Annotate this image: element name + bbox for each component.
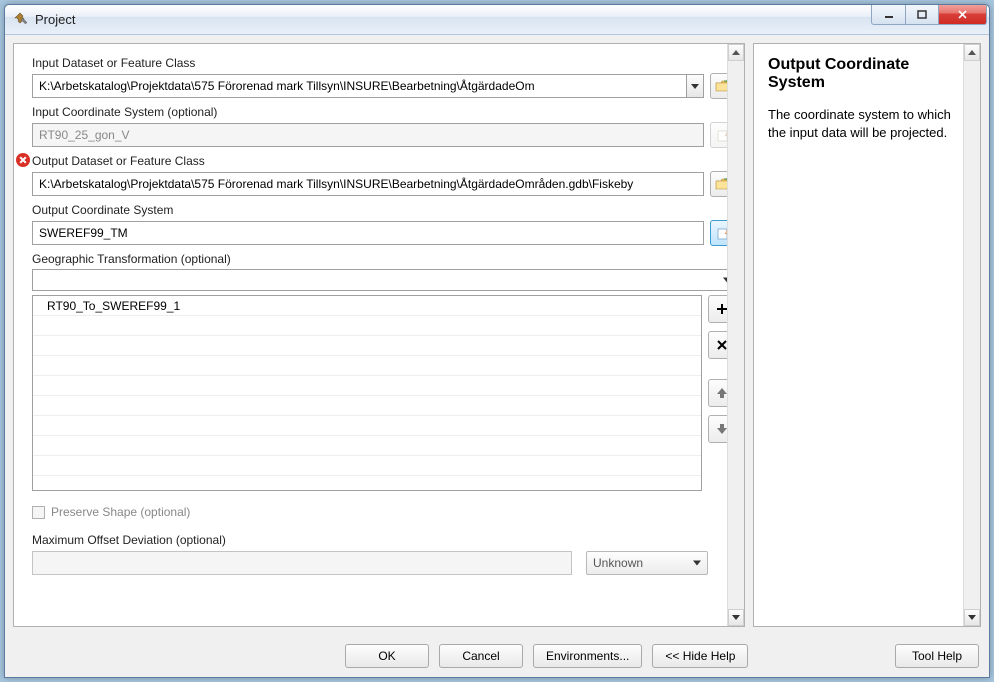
preserve-shape-checkbox — [32, 506, 45, 519]
project-tool-icon — [13, 12, 29, 28]
help-title: Output Coordinate System — [768, 56, 966, 92]
input-dataset-label: Input Dataset or Feature Class — [32, 56, 736, 70]
scroll-up-button[interactable] — [964, 44, 980, 61]
input-dataset-block: Input Dataset or Feature Class — [32, 56, 736, 99]
output-dataset-label: Output Dataset or Feature Class — [32, 154, 736, 168]
window-controls — [871, 5, 989, 34]
content-area: Input Dataset or Feature Class — [5, 35, 989, 635]
geo-transform-list[interactable]: RT90_To_SWEREF99_1 . . . . . . . . — [32, 295, 702, 491]
environments-button[interactable]: Environments... — [533, 644, 642, 668]
chevron-up-icon — [968, 50, 976, 55]
input-dataset-field[interactable] — [32, 74, 686, 98]
max-offset-block: Maximum Offset Deviation (optional) Unkn… — [32, 533, 736, 575]
list-item: . — [33, 356, 701, 376]
preserve-shape-label: Preserve Shape (optional) — [51, 505, 190, 519]
main-scroll: Input Dataset or Feature Class — [14, 44, 744, 626]
list-item: . — [33, 336, 701, 356]
titlebar: Project — [5, 5, 989, 35]
list-item: . — [33, 396, 701, 416]
output-cs-block: Output Coordinate System — [32, 203, 736, 246]
input-cs-field — [32, 123, 704, 147]
list-item: . — [33, 376, 701, 396]
geo-transform-select[interactable] — [32, 269, 736, 291]
help-scrollbar[interactable] — [963, 44, 980, 626]
max-offset-unit-select: Unknown — [586, 551, 708, 575]
list-item: . — [33, 456, 701, 476]
output-dataset-block: Output Dataset or Feature Class — [32, 154, 736, 197]
list-item: . — [33, 416, 701, 436]
close-button[interactable] — [939, 5, 987, 25]
error-icon — [16, 153, 30, 167]
output-dataset-field[interactable] — [32, 172, 704, 196]
maximize-button[interactable] — [905, 5, 939, 25]
close-icon — [957, 9, 968, 20]
project-dialog: Project Input Dataset or Feature Class — [4, 4, 990, 678]
scroll-up-button[interactable] — [728, 44, 744, 61]
chevron-down-icon — [693, 561, 701, 566]
main-scrollbar[interactable] — [727, 44, 744, 626]
ok-button[interactable]: OK — [345, 644, 429, 668]
tool-help-button[interactable]: Tool Help — [895, 644, 979, 668]
chevron-down-icon — [968, 615, 976, 620]
scroll-track[interactable] — [964, 61, 980, 609]
output-cs-label: Output Coordinate System — [32, 203, 736, 217]
help-body: The coordinate system to which the input… — [768, 106, 966, 141]
chevron-up-icon — [732, 50, 740, 55]
list-item: . — [33, 316, 701, 336]
geo-transform-label: Geographic Transformation (optional) — [32, 252, 736, 266]
input-cs-block: Input Coordinate System (optional) — [32, 105, 736, 148]
minimize-button[interactable] — [871, 5, 905, 25]
scroll-down-button[interactable] — [964, 609, 980, 626]
window-title: Project — [35, 12, 75, 27]
maximize-icon — [917, 10, 927, 20]
cancel-button[interactable]: Cancel — [439, 644, 523, 668]
scroll-track[interactable] — [728, 61, 744, 609]
max-offset-unit-value: Unknown — [593, 556, 643, 570]
max-offset-field — [32, 551, 572, 575]
geo-transform-block: Geographic Transformation (optional) RT9… — [32, 252, 736, 491]
help-panel: Output Coordinate System The coordinate … — [753, 43, 981, 627]
input-dataset-combo[interactable] — [32, 74, 704, 98]
main-panel: Input Dataset or Feature Class — [13, 43, 745, 627]
output-cs-field[interactable] — [32, 221, 704, 245]
preserve-shape-row: Preserve Shape (optional) — [32, 505, 736, 519]
list-item[interactable]: RT90_To_SWEREF99_1 — [33, 296, 701, 316]
chevron-down-icon[interactable] — [686, 74, 704, 98]
hide-help-button[interactable]: << Hide Help — [652, 644, 748, 668]
button-bar: OK Cancel Environments... << Hide Help T… — [5, 635, 989, 677]
scroll-down-button[interactable] — [728, 609, 744, 626]
max-offset-label: Maximum Offset Deviation (optional) — [32, 533, 736, 547]
minimize-icon — [884, 10, 894, 20]
list-item: . — [33, 436, 701, 456]
input-cs-label: Input Coordinate System (optional) — [32, 105, 736, 119]
chevron-down-icon — [732, 615, 740, 620]
